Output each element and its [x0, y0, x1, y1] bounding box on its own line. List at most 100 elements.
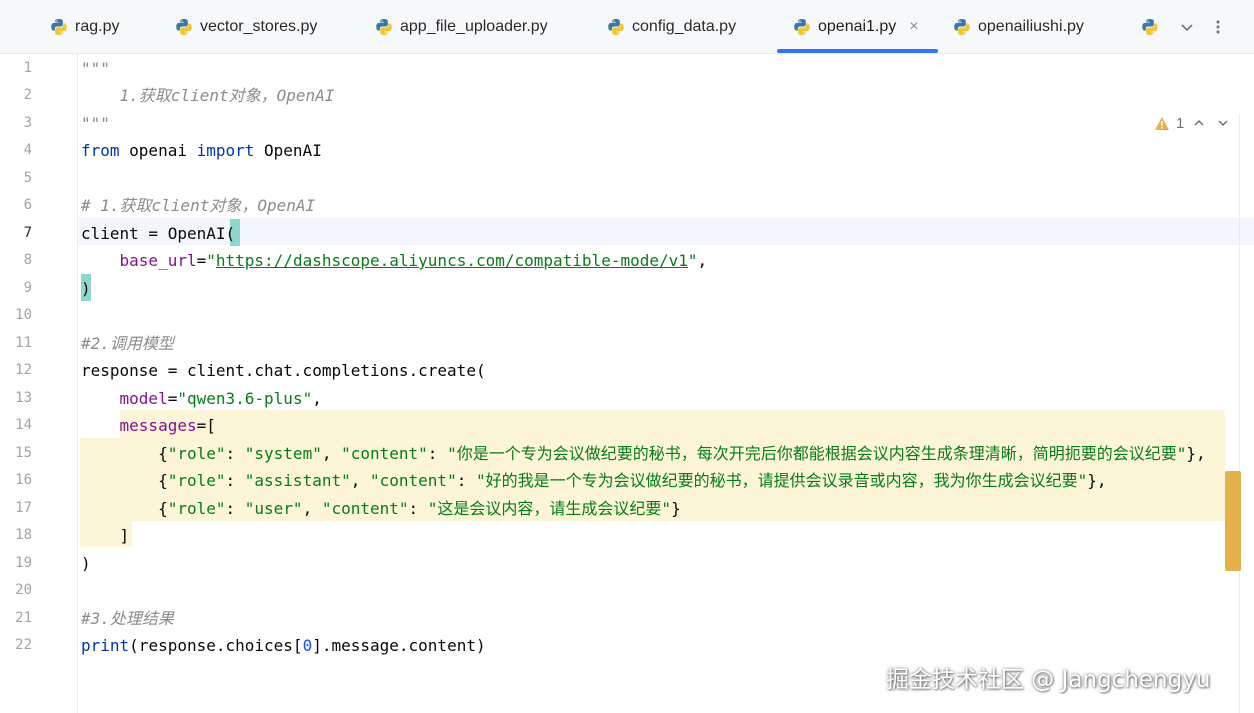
current-line-highlight	[79, 218, 1254, 245]
tab-rag-py[interactable]: rag.py	[50, 0, 119, 54]
tab-label: rag.py	[75, 18, 120, 35]
tab-label: app_file_uploader.py	[400, 18, 548, 35]
code-line-6: # 1.获取client对象，OpenAI	[81, 192, 315, 219]
chevron-down-icon	[1218, 120, 1228, 127]
tab-label: openailiushi.py	[978, 18, 1084, 35]
line-number: 14	[15, 417, 32, 433]
line-number: 17	[15, 500, 32, 516]
code-line-21: #3.处理结果	[81, 605, 174, 632]
tab-config-data-py[interactable]: config_data.py	[607, 0, 736, 54]
previous-highlight-button[interactable]	[1190, 114, 1208, 132]
code-line-9: )	[81, 279, 91, 298]
parameter: messages	[119, 416, 197, 435]
tab-openailiushi-py[interactable]: openailiushi.py	[953, 0, 1084, 54]
line-number: 13	[15, 390, 32, 406]
code-line-2: 1.获取client对象，OpenAI	[81, 82, 335, 109]
tab-label: vector_stores.py	[200, 18, 318, 35]
line-number: 18	[15, 527, 32, 543]
builtin-function: print	[81, 636, 130, 655]
watermark: 掘金技术社区 @ Jangchengyu	[886, 667, 1211, 693]
comment: #2.调用模型	[81, 334, 174, 353]
comment: # 1.获取client对象，OpenAI	[81, 196, 316, 215]
tab-app-file-uploader-py[interactable]: app_file_uploader.py	[375, 0, 548, 54]
line-number: 8	[23, 252, 32, 268]
tab-overflow-partial[interactable]	[1141, 0, 1166, 54]
code-line-13: model="qwen3.6-plus",	[119, 389, 322, 408]
code-line-8: base_url="https://dashscope.aliyuncs.com…	[119, 251, 708, 270]
warning-count: 1	[1176, 114, 1185, 132]
code-line-17: {"role": "user", "content": "这是会议内容，请生成会…	[81, 499, 681, 518]
docstring: """	[81, 114, 110, 133]
tab-label: openai1.py	[818, 18, 897, 35]
close-tab-icon[interactable]: ×	[909, 18, 918, 36]
line-number: 16	[15, 472, 32, 488]
chevron-down-icon	[1181, 24, 1193, 32]
tab-openai1-py[interactable]: openai1.py ×	[793, 0, 919, 54]
line-number: 12	[15, 362, 32, 378]
parameter: model	[119, 389, 168, 408]
line-number: 3	[23, 115, 32, 131]
string: "好的我是一个专为会议做纪要的秘书，请提供会议录音或内容，我为你生成会议纪要"	[475, 471, 1088, 490]
warning-icon	[1155, 116, 1169, 130]
line-number: 6	[23, 197, 32, 213]
code-line-1: """	[81, 55, 110, 82]
code-line-22: print(response.choices[0].message.conten…	[81, 636, 486, 655]
python-file-icon	[376, 19, 392, 35]
comment: #3.处理结果	[81, 609, 174, 628]
string: "你是一个专为会议做纪要的秘书，每次开完后你都能根据会议内容生成条理清晰，简明扼…	[447, 444, 1187, 463]
code-line-4: from openai import OpenAI	[81, 141, 322, 160]
line-number: 10	[15, 307, 32, 323]
tab-options-button[interactable]	[1207, 15, 1229, 39]
line-number: 20	[15, 582, 32, 598]
code-line-3: """	[81, 110, 110, 137]
string: "这是会议内容，请生成会议纪要"	[427, 499, 672, 518]
keyword: from	[81, 141, 120, 160]
chevron-up-icon	[1194, 119, 1204, 126]
tab-list-button[interactable]	[1176, 15, 1198, 39]
active-tab-indicator	[777, 49, 938, 53]
line-number: 22	[15, 637, 32, 653]
scrollbar-highlight-marker[interactable]	[1225, 471, 1241, 571]
line-number: 21	[15, 610, 32, 626]
code-line-7: client = OpenAI(	[81, 224, 236, 243]
tab-vector-stores-py[interactable]: vector_stores.py	[175, 0, 317, 54]
parameter: base_url	[119, 251, 197, 270]
code-line-18: ]	[119, 526, 130, 545]
code-editor[interactable]: 1 2 3 4 5 6 7 8 9 10 11 12 13 14 15 16 1…	[0, 54, 1254, 713]
code-line-12: response = client.chat.completions.creat…	[81, 361, 486, 380]
editor-tab-bar: rag.py vector_stores.py app_file_uploade…	[0, 0, 1254, 54]
code-line-16: {"role": "assistant", "content": "好的我是一个…	[81, 471, 1107, 490]
selection-highlight	[120, 410, 1225, 438]
next-highlight-button[interactable]	[1214, 114, 1232, 132]
more-vertical-icon	[1216, 20, 1220, 34]
python-file-icon	[176, 19, 192, 35]
url-link[interactable]: https://dashscope.aliyuncs.com/compatibl…	[216, 251, 688, 270]
code-line-15: {"role": "system", "content": "你是一个专为会议做…	[81, 444, 1206, 463]
line-number: 4	[23, 142, 32, 158]
docstring: 1.获取client对象，OpenAI	[119, 86, 335, 105]
line-number: 9	[23, 280, 32, 296]
string: "qwen3.6-plus"	[177, 389, 313, 408]
code-line-11: #2.调用模型	[81, 330, 174, 357]
python-file-icon	[51, 19, 67, 35]
keyword: import	[196, 141, 255, 160]
line-number: 5	[23, 170, 32, 186]
code-line-19: )	[81, 554, 91, 573]
code-line-14: messages=[	[119, 416, 216, 435]
line-number: 15	[15, 445, 32, 461]
python-file-icon	[1142, 19, 1158, 35]
inspection-widget[interactable]: 1	[1154, 114, 1232, 132]
line-number: 19	[15, 555, 32, 571]
line-number: 2	[23, 87, 32, 103]
line-number-gutter: 1 2 3 4 5 6 7 8 9 10 11 12 13 14 15 16 1…	[0, 54, 78, 713]
python-file-icon	[608, 19, 624, 35]
line-number-current: 7	[23, 225, 32, 241]
python-file-icon	[794, 19, 810, 35]
line-number: 1	[23, 60, 32, 76]
number: 0	[302, 636, 313, 655]
vertical-scrollbar[interactable]	[1239, 114, 1240, 713]
python-file-icon	[954, 19, 970, 35]
docstring: """	[81, 59, 110, 78]
tab-label: config_data.py	[632, 18, 737, 35]
line-number: 11	[15, 335, 32, 351]
